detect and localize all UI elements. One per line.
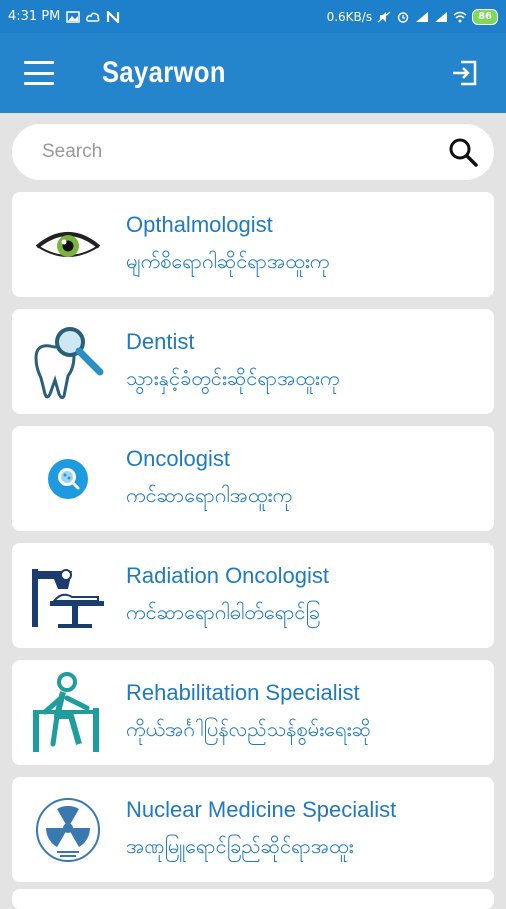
signal-icon xyxy=(416,11,429,22)
specialty-card-nuclear-medicine-specialist[interactable]: Nuclear Medicine Specialist အဏုမြူရောင်ခ… xyxy=(12,777,494,882)
specialty-card-rehabilitation-specialist[interactable]: Rehabilitation Specialist ကိုယ်အင်္ဂါပြန… xyxy=(12,660,494,765)
specialty-card-radiation-oncologist[interactable]: Radiation Oncologist ကင်ဆာရောဂါဓါတ်ရောင်… xyxy=(12,543,494,648)
cell-magnifier-icon xyxy=(22,433,114,525)
silent-icon xyxy=(377,11,391,22)
n-logo-icon xyxy=(107,10,120,23)
specialty-list: Opthalmologist မျက်စိရောဂါဆိုင်ရာအထူးကု … xyxy=(12,192,494,894)
specialty-name: Opthalmologist xyxy=(126,211,273,237)
radiation-machine-icon xyxy=(22,550,114,642)
radiation-symbol-icon xyxy=(22,784,114,876)
wifi-icon xyxy=(453,11,467,22)
specialty-name: Dentist xyxy=(126,328,195,354)
rehab-icon xyxy=(22,667,114,759)
specialty-name-mm: သွားနှင့်ခံတွင်းဆိုင်ရာအထူးကု xyxy=(126,365,340,390)
specialty-name-mm: မျက်စိရောဂါဆိုင်ရာအထူးကု xyxy=(126,248,330,273)
app-bar: Sayarwon xyxy=(0,33,506,113)
next-card-partial[interactable] xyxy=(12,889,494,909)
specialty-name-mm: အဏုမြူရောင်ခြည်ဆိုင်ရာအထူး xyxy=(126,833,354,858)
alarm-icon xyxy=(397,11,409,23)
network-speed: 0.6KB/s xyxy=(326,9,373,24)
app-title: Sayarwon xyxy=(102,56,226,89)
search-input[interactable] xyxy=(40,140,446,164)
battery-level: 86 xyxy=(472,8,498,25)
specialty-name-mm: ကင်ဆာရောဂါဓါတ်ရောင်ခြ xyxy=(126,599,321,624)
specialty-name: Oncologist xyxy=(126,445,230,471)
search-bar xyxy=(12,124,494,180)
specialty-card-opthalmologist[interactable]: Opthalmologist မျက်စိရောဂါဆိုင်ရာအထူးကု xyxy=(12,192,494,297)
tooth-icon xyxy=(22,316,114,408)
search-icon[interactable] xyxy=(446,135,480,169)
logout-icon[interactable] xyxy=(448,56,482,90)
specialty-card-dentist[interactable]: Dentist သွားနှင့်ခံတွင်းဆိုင်ရာအထူးကု xyxy=(12,309,494,414)
specialty-card-oncologist[interactable]: Oncologist ကင်ဆာရောဂါအထူးကု xyxy=(12,426,494,531)
status-bar: 4:31 PM 0.6KB/s 86 xyxy=(0,0,506,33)
status-time: 4:31 PM xyxy=(8,9,61,24)
cloud-icon xyxy=(86,12,100,22)
eye-icon xyxy=(22,199,114,291)
gallery-icon xyxy=(66,10,81,23)
specialty-name-mm: ကင်ဆာရောဂါအထူးကု xyxy=(126,482,293,507)
specialty-name: Nuclear Medicine Specialist xyxy=(126,796,397,822)
menu-button[interactable] xyxy=(24,61,54,85)
signal-icon-2 xyxy=(435,11,448,22)
specialty-name: Radiation Oncologist xyxy=(126,562,330,588)
specialty-name: Rehabilitation Specialist xyxy=(126,679,360,705)
specialty-name-mm: ကိုယ်အင်္ဂါပြန်လည်သန်စွမ်းရေးဆို xyxy=(126,716,371,741)
